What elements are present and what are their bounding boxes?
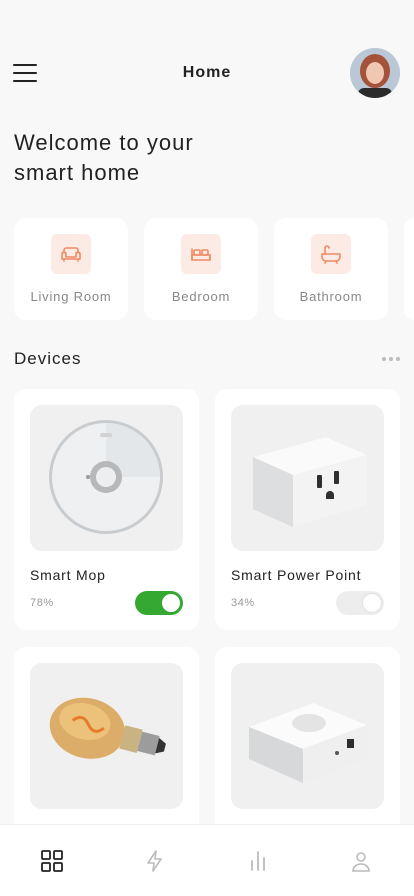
smart-plug-image xyxy=(231,405,384,551)
welcome-line-1: Welcome to your xyxy=(14,130,194,155)
devices-title: Devices xyxy=(14,349,82,368)
room-label: Living Room xyxy=(30,289,112,304)
device-card-bulb[interactable] xyxy=(14,647,199,847)
device-card-hub[interactable] xyxy=(215,647,400,847)
bed-icon xyxy=(181,234,221,274)
sofa-icon xyxy=(51,234,91,274)
device-name: Smart Mop xyxy=(30,567,106,583)
stats-icon xyxy=(251,851,265,871)
user-icon xyxy=(352,852,370,872)
device-toggle[interactable] xyxy=(135,591,183,615)
nav-energy[interactable] xyxy=(103,825,206,896)
welcome-line-2: smart home xyxy=(14,160,141,185)
nav-stats[interactable] xyxy=(206,825,309,896)
more-options-icon[interactable] xyxy=(382,357,402,363)
device-card-smart-mop[interactable]: Smart Mop 78% xyxy=(14,389,199,630)
nav-profile[interactable] xyxy=(309,825,412,896)
home-screen: Home Welcome to your smart home Living R… xyxy=(0,0,414,896)
device-level: 78% xyxy=(30,597,54,609)
rooms-row: Living Room Bedroom Bathroom xyxy=(14,218,414,320)
room-card-living-room[interactable]: Living Room xyxy=(14,218,128,320)
device-card-smart-power-point[interactable]: Smart Power Point 34% xyxy=(215,389,400,630)
bathtub-icon xyxy=(311,234,351,274)
nav-home[interactable] xyxy=(0,825,103,896)
room-card-bedroom[interactable]: Bedroom xyxy=(144,218,258,320)
robot-mop-image xyxy=(30,405,183,551)
room-card-bathroom[interactable]: Bathroom xyxy=(274,218,388,320)
room-label: Bedroom xyxy=(171,289,231,304)
room-card-partial[interactable] xyxy=(404,218,414,320)
smart-hub-image xyxy=(231,663,384,809)
device-name: Smart Power Point xyxy=(231,567,362,583)
bolt-icon xyxy=(147,850,162,872)
device-toggle[interactable] xyxy=(336,591,384,615)
device-level: 34% xyxy=(231,597,255,609)
light-bulb-image xyxy=(30,663,183,809)
avatar[interactable] xyxy=(350,48,400,98)
room-label: Bathroom xyxy=(299,289,363,304)
bottom-nav xyxy=(0,824,414,896)
grid-icon xyxy=(41,850,63,872)
welcome-heading: Welcome to your smart home xyxy=(14,128,314,188)
